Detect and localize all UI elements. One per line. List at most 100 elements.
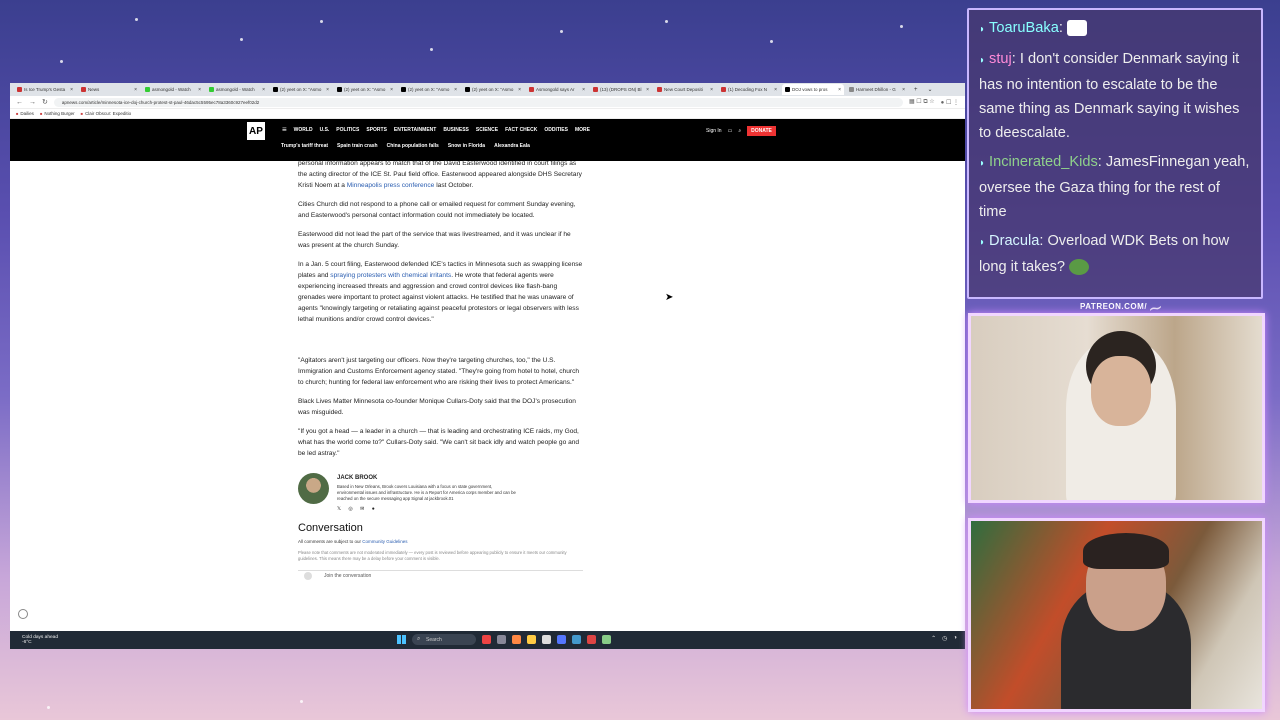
browser-tab-active[interactable]: DOJ vows to pros × (782, 84, 844, 95)
accessibility-icon[interactable] (18, 609, 28, 619)
paragraph: In a Jan. 5 court filing, Easterwood def… (298, 261, 583, 323)
browser-tab[interactable]: asmongold - Watch × (142, 84, 204, 95)
browser-tab[interactable]: (2) yeet on X: "Asmo × (398, 84, 460, 95)
chemical-irritants-link[interactable]: spraying protesters with chemical irrita… (330, 272, 451, 279)
nav-entertainment[interactable]: ENTERTAINMENT (394, 127, 436, 134)
windows-start-icon[interactable] (397, 635, 406, 644)
browser-tab[interactable]: Is Ice Trump's Gesta × (14, 84, 76, 95)
author-avatar[interactable] (298, 473, 329, 504)
steam-icon[interactable] (572, 635, 581, 644)
badge-icon: ◗ (979, 24, 986, 35)
conversation-title: Conversation (298, 522, 363, 534)
browser-tab[interactable]: (2) yeet on X: "Asmo × (334, 84, 396, 95)
windows-taskbar: Cold days ahead -6°C Search ⌃ ◷ ◑ (10, 631, 965, 649)
paragraph: Cities Church did not respond to a phone… (298, 201, 576, 219)
ap-nav: ≡ WORLD U.S. POLITICS SPORTS ENTERTAINME… (282, 125, 590, 134)
trending-link[interactable]: Spain train crash (337, 143, 378, 149)
nav-more[interactable]: MORE (575, 127, 590, 134)
bookmark-item[interactable]: Dailies (16, 111, 34, 116)
article-body: personal information appears to match th… (298, 158, 583, 581)
browser-tab[interactable]: (1) Decoding Fox N × (718, 84, 780, 95)
badge-icon: ◗ (979, 237, 986, 248)
user-avatar (304, 572, 312, 580)
menu-icon[interactable]: ≡ (282, 125, 287, 134)
chrome-icon[interactable] (542, 635, 551, 644)
app-icon[interactable] (602, 635, 611, 644)
conversation-subtitle: All comments are subject to our Communit… (298, 539, 408, 544)
browser-tab[interactable]: News × (78, 84, 140, 95)
badge-icon: ◗ (979, 158, 986, 169)
nav-world[interactable]: WORLD (294, 127, 313, 134)
chat-message: ◗ Dracula: Overload WDK Bets on how long … (979, 233, 1230, 276)
firefox-icon[interactable] (512, 635, 521, 644)
community-guidelines-link[interactable]: Community Guidelines (362, 539, 407, 544)
profile-icon[interactable]: ● ☐ ⋮ (941, 99, 959, 106)
address-bar: ← → ↻ apnews.com/article/minnesota-ice-d… (10, 96, 965, 109)
system-tray[interactable]: ⌃ ◷ ◑ (931, 635, 957, 642)
join-conversation-input[interactable]: Join the conversation (298, 570, 583, 581)
nav-science[interactable]: SCIENCE (476, 127, 498, 134)
nav-politics[interactable]: POLITICS (336, 127, 359, 134)
nav-sports[interactable]: SPORTS (366, 127, 387, 134)
game-icon[interactable] (482, 635, 491, 644)
author-bio: Based in New Orleans, Brook covers Louis… (337, 484, 516, 501)
taskbar-search[interactable]: Search (412, 634, 476, 645)
bookmarks-bar: Dailies Nothing Burger Clair Obscur: Exp… (10, 109, 965, 119)
webcam-top (968, 313, 1265, 503)
discord-icon[interactable] (557, 635, 566, 644)
obs-icon[interactable] (587, 635, 596, 644)
mouse-cursor-icon: ➤ (665, 292, 674, 303)
paragraph: "Agitators aren't just targeting our off… (298, 357, 580, 386)
back-icon[interactable]: ← (16, 99, 23, 106)
browser-tab[interactable]: Harmeet Dhillon - G × (846, 84, 908, 95)
url-input[interactable]: apnews.com/article/minnesota-ice-doj-chu… (53, 97, 903, 107)
trending-link[interactable]: China population falls (387, 143, 439, 149)
nav-business[interactable]: BUSINESS (443, 127, 469, 134)
bookmark-item[interactable]: Clair Obscur: Expeditio (81, 111, 131, 116)
weather-widget[interactable]: Cold days ahead -6°C (22, 635, 58, 645)
pepe-emote-icon (1069, 259, 1090, 276)
press-conference-link[interactable]: Minneapolis press conference (347, 182, 435, 189)
folder-icon[interactable] (527, 635, 536, 644)
browser-tab[interactable]: (2) yeet on X: "Asmo × (462, 84, 524, 95)
browser-tab[interactable]: Asmongold says Ar × (526, 84, 588, 95)
author-social-icons[interactable]: 𝕏 ◎ ✉ ● (337, 504, 517, 515)
ap-actions: Sign In ▭ ⌕ DONATE (706, 126, 776, 136)
trending-link[interactable]: Trump's tariff threat (281, 143, 328, 149)
bookmark-item[interactable]: Nothing Burger (40, 111, 74, 116)
ap-logo[interactable]: AP (247, 122, 265, 140)
trending-bar: Trump's tariff threat Spain train crash … (281, 143, 530, 149)
browser-tab[interactable]: New Court Depositi × (654, 84, 716, 95)
sign-in-link[interactable]: Sign In (706, 128, 722, 134)
browser-tab[interactable]: asmongold - Watch × (206, 84, 268, 95)
network-icon: ◷ (942, 636, 948, 642)
trending-link[interactable]: Snow in Florida (448, 143, 485, 149)
nav-us[interactable]: U.S. (320, 127, 330, 134)
ap-header: AP ≡ WORLD U.S. POLITICS SPORTS ENTERTAI… (10, 119, 965, 161)
new-tab-icon[interactable]: + (910, 87, 922, 93)
taskbar-apps: Search (397, 634, 611, 645)
browser-tab[interactable]: (13) (DROPS ON) Bl × (590, 84, 652, 95)
emote-icon (1066, 20, 1087, 37)
forward-icon[interactable]: → (29, 99, 36, 106)
trending-link[interactable]: Alexandra Eala (494, 143, 530, 149)
paragraph: Black Lives Matter Minnesota co-founder … (298, 398, 576, 416)
browser-tab[interactable]: (2) yeet on X: "Asmo × (270, 84, 332, 95)
reload-icon[interactable]: ↻ (42, 98, 48, 106)
conversation-note: Please note that comments are not modera… (298, 550, 567, 561)
chevron-down-icon[interactable]: ⌄ (924, 86, 937, 93)
chevron-up-icon: ⌃ (931, 636, 937, 642)
chat-icon[interactable]: ▭ (728, 128, 733, 134)
webcam-bottom (968, 518, 1265, 712)
nav-fact-check[interactable]: FACT CHECK (505, 127, 537, 134)
search-icon[interactable]: ⌕ (738, 128, 741, 134)
task-view-icon[interactable] (497, 635, 506, 644)
paragraph: "If you got a head — a leader in a churc… (298, 428, 580, 457)
author-card: JACK BROOK Based in New Orleans, Brook c… (298, 473, 583, 515)
chat-message: ◗ ToaruBaka: (979, 16, 1251, 42)
author-name[interactable]: JACK BROOK (337, 473, 517, 484)
nav-oddities[interactable]: ODDITIES (544, 127, 568, 134)
donate-button[interactable]: DONATE (747, 126, 776, 136)
chat-message: ◗ Incinerated_Kids: JamesFinnegan yeah, o… (979, 154, 1250, 220)
extensions-icon[interactable]: ▦ ☐ ⧉ ☆ (909, 98, 935, 106)
